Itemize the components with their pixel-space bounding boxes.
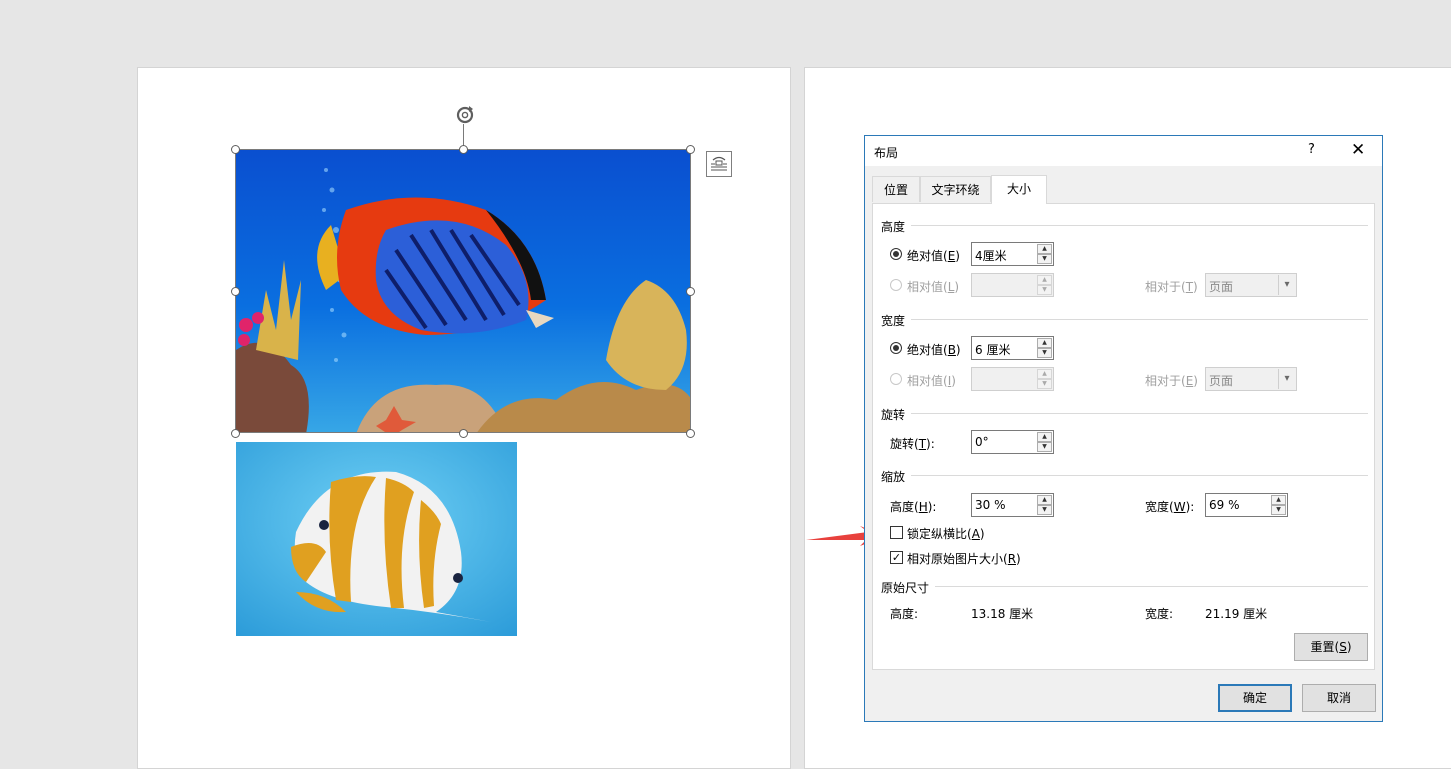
spin-down-icon[interactable]: ▼	[1037, 505, 1052, 515]
dialog-title: 布局	[874, 146, 899, 160]
lock-aspect-ratio-label: 锁定纵横比(A)	[907, 527, 985, 541]
layout-dialog: 布局 ? ✕ 位置 文字环绕 大小 高度 绝对值(E) 4厘米 ▲ ▼ 相对值(L…	[864, 135, 1383, 722]
width-relative-to-label: 相对于(E)	[1145, 374, 1198, 388]
height-absolute-input[interactable]: 4厘米 ▲ ▼	[971, 242, 1054, 266]
spin-down-icon[interactable]: ▼	[1037, 379, 1052, 389]
spin-down-icon[interactable]: ▼	[1037, 442, 1052, 452]
tab-text-wrapping[interactable]: 文字环绕	[920, 176, 991, 202]
scale-section-title: 缩放	[881, 470, 906, 484]
height-relative-label: 相对值(L)	[907, 280, 960, 294]
spin-down-icon[interactable]: ▼	[1037, 285, 1052, 295]
width-absolute-input[interactable]: 6 厘米 ▲ ▼	[971, 336, 1054, 360]
original-width-value: 21.19 厘米	[1205, 607, 1268, 621]
height-absolute-label: 绝对值(E)	[907, 249, 960, 263]
chevron-down-icon[interactable]: ▾	[1278, 369, 1295, 389]
spin-up-icon[interactable]: ▲	[1037, 495, 1052, 505]
spin-up-icon[interactable]: ▲	[1037, 369, 1052, 379]
scale-width-label: 宽度(W):	[1145, 500, 1195, 514]
relative-to-original-label: 相对原始图片大小(R)	[907, 552, 1021, 566]
cancel-button[interactable]: 取消	[1302, 684, 1376, 712]
relative-to-original-checkbox[interactable]: ✓	[890, 551, 903, 564]
width-relative-radio[interactable]	[890, 373, 902, 385]
original-size-section-title: 原始尺寸	[881, 581, 930, 595]
spin-down-icon[interactable]: ▼	[1037, 348, 1052, 358]
ok-button[interactable]: 确定	[1218, 684, 1292, 712]
rotation-section-title: 旋转	[881, 408, 906, 422]
height-relative-input[interactable]: ▲ ▼	[971, 273, 1054, 297]
spin-up-icon[interactable]: ▲	[1037, 432, 1052, 442]
help-button[interactable]: ?	[1308, 142, 1315, 157]
size-tab-panel: 高度 绝对值(E) 4厘米 ▲ ▼ 相对值(L) ▲ ▼ 相对于(T) 页面 ▾ 宽…	[872, 203, 1375, 670]
checkmark-icon: ✓	[891, 551, 902, 564]
close-button[interactable]: ✕	[1351, 140, 1365, 160]
spin-down-icon[interactable]: ▼	[1037, 254, 1052, 264]
tab-position[interactable]: 位置	[872, 176, 920, 202]
dialog-titlebar[interactable]: 布局 ? ✕	[865, 136, 1382, 166]
height-absolute-radio[interactable]	[890, 248, 902, 260]
rotation-input[interactable]: 0° ▲ ▼	[971, 430, 1054, 454]
width-relative-label: 相对值(I)	[907, 374, 956, 388]
divider	[911, 413, 1368, 414]
width-absolute-label: 绝对值(B)	[907, 343, 961, 357]
divider	[911, 225, 1368, 226]
divider	[911, 475, 1368, 476]
scale-height-label: 高度(H):	[890, 500, 937, 514]
width-relative-input[interactable]: ▲ ▼	[971, 367, 1054, 391]
scale-width-input[interactable]: 69 % ▲ ▼	[1205, 493, 1288, 517]
lock-aspect-ratio-checkbox[interactable]	[890, 526, 903, 539]
chevron-down-icon[interactable]: ▾	[1278, 275, 1295, 295]
original-height-value: 13.18 厘米	[971, 607, 1034, 621]
width-relative-to-select[interactable]: 页面 ▾	[1205, 367, 1297, 391]
tab-size[interactable]: 大小	[991, 175, 1047, 204]
scale-height-input[interactable]: 30 % ▲ ▼	[971, 493, 1054, 517]
divider	[935, 586, 1368, 587]
height-relative-to-select[interactable]: 页面 ▾	[1205, 273, 1297, 297]
reset-button[interactable]: 重置(S)	[1294, 633, 1368, 661]
rotation-label: 旋转(T):	[890, 437, 935, 451]
width-absolute-radio[interactable]	[890, 342, 902, 354]
height-section-title: 高度	[881, 220, 906, 234]
height-relative-to-label: 相对于(T)	[1145, 280, 1198, 294]
spin-up-icon[interactable]: ▲	[1271, 495, 1286, 505]
spin-up-icon[interactable]: ▲	[1037, 244, 1052, 254]
original-width-label: 宽度:	[1145, 607, 1174, 621]
spin-up-icon[interactable]: ▲	[1037, 275, 1052, 285]
width-section-title: 宽度	[881, 314, 906, 328]
divider	[911, 319, 1368, 320]
original-height-label: 高度:	[890, 607, 919, 621]
spin-up-icon[interactable]: ▲	[1037, 338, 1052, 348]
spin-down-icon[interactable]: ▼	[1271, 505, 1286, 515]
height-relative-radio[interactable]	[890, 279, 902, 291]
